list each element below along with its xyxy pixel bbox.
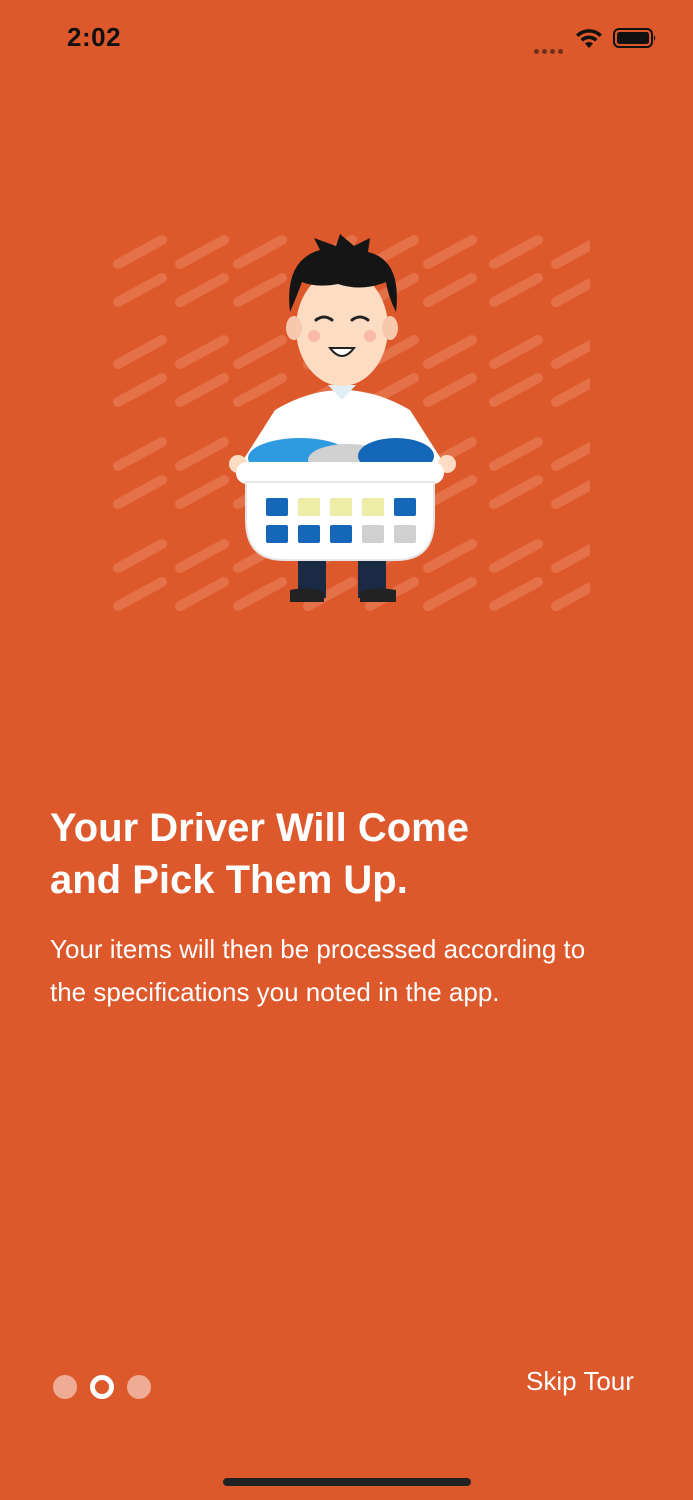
background-stripe	[489, 539, 543, 573]
background-stripe	[423, 335, 477, 369]
background-stripe	[113, 475, 167, 509]
background-stripe	[551, 239, 590, 269]
background-stripe	[423, 273, 477, 307]
page-dot-active[interactable]	[90, 1375, 114, 1399]
page-dot[interactable]	[53, 1375, 77, 1399]
background-stripe	[233, 335, 287, 369]
background-stripe	[175, 335, 229, 369]
background-stripe	[423, 235, 477, 269]
signal-dot-4	[558, 49, 563, 54]
signal-dot-1	[534, 49, 539, 54]
page-dot[interactable]	[127, 1375, 151, 1399]
man-holding-laundry-basket-illustration	[113, 234, 590, 611]
wifi-icon	[576, 29, 602, 48]
background-stripe	[175, 373, 229, 407]
skip-tour-button[interactable]: Skip Tour	[526, 1366, 634, 1397]
background-stripe	[423, 539, 477, 573]
battery-icon	[613, 28, 656, 48]
background-stripe	[423, 373, 477, 407]
background-stripe	[175, 273, 229, 307]
onboarding-title: Your Driver Will Come and Pick Them Up.	[50, 802, 650, 906]
background-stripe	[489, 577, 543, 611]
background-stripe	[489, 335, 543, 369]
background-stripe	[489, 437, 543, 471]
onboarding-title-line-2: and Pick Them Up.	[50, 858, 408, 902]
background-stripe	[551, 543, 590, 573]
onboarding-description: Your items will then be processed accord…	[50, 928, 660, 1014]
background-stripe	[489, 235, 543, 269]
background-stripe	[175, 235, 229, 269]
background-stripe	[423, 577, 477, 611]
background-stripe	[113, 335, 167, 369]
background-stripe	[113, 273, 167, 307]
background-stripe	[551, 339, 590, 369]
background-stripe	[489, 273, 543, 307]
background-stripe	[113, 577, 167, 611]
background-stripe	[551, 441, 590, 471]
background-stripe	[551, 581, 590, 611]
background-stripe	[175, 437, 229, 471]
background-stripe	[113, 539, 167, 573]
background-stripe	[175, 577, 229, 611]
background-stripe	[551, 377, 590, 407]
background-stripe	[233, 273, 287, 307]
status-bar: 2:02	[0, 0, 693, 80]
status-time: 2:02	[67, 22, 122, 52]
background-stripe	[233, 577, 287, 611]
onboarding-description-line-1: Your items will then be processed accord…	[50, 934, 586, 964]
background-stripe	[175, 475, 229, 509]
onboarding-description-line-2: the specifications you noted in the app.	[50, 977, 500, 1007]
background-stripe	[489, 373, 543, 407]
signal-dot-2	[542, 49, 547, 54]
onboarding-title-line-1: Your Driver Will Come	[50, 806, 469, 850]
home-indicator[interactable]	[223, 1478, 471, 1486]
signal-dot-3	[550, 49, 555, 54]
cellular-signal-icon	[534, 41, 566, 54]
background-stripe	[113, 373, 167, 407]
background-stripe	[175, 539, 229, 573]
background-stripe	[233, 235, 287, 269]
background-stripe	[113, 437, 167, 471]
background-stripe	[551, 277, 590, 307]
background-stripe	[551, 479, 590, 509]
background-stripe	[233, 373, 287, 407]
onboarding-screen: 2:02 Your Driver Will Come and Pick Them…	[0, 0, 693, 1500]
background-stripe	[489, 475, 543, 509]
background-stripe	[113, 235, 167, 269]
